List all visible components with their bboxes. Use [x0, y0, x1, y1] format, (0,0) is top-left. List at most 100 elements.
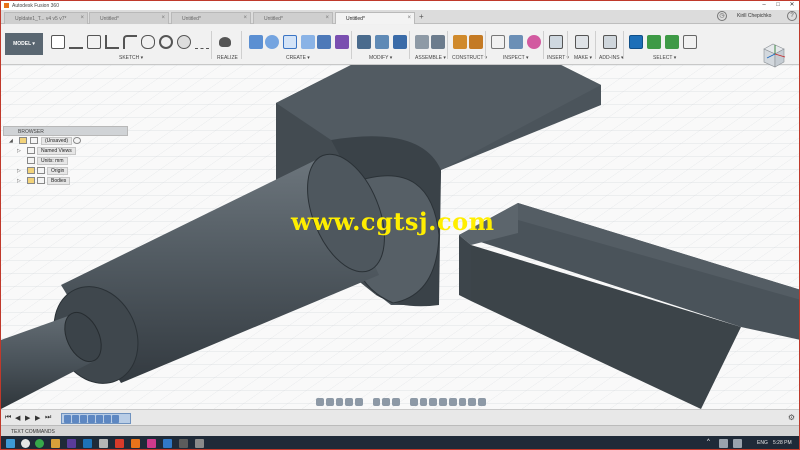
doc-tab-1[interactable]: Upldate1_T... v4 v5 v7* ×	[4, 12, 88, 24]
ambient-occlusion-icon[interactable]	[478, 398, 486, 406]
object-visibility-icon[interactable]	[439, 398, 447, 406]
spotify-icon[interactable]	[35, 439, 44, 448]
visibility-bulb-icon[interactable]	[19, 137, 27, 144]
as-built-joint-icon[interactable]	[431, 35, 445, 49]
browser-item-named-views[interactable]: ▷ Named Views	[3, 146, 128, 156]
assemble-group-label[interactable]: ASSEMBLE ▾	[415, 55, 446, 61]
taskbar-app-icon-4[interactable]	[195, 439, 204, 448]
selection-filter-icon[interactable]	[683, 35, 697, 49]
close-tab-icon[interactable]: ×	[243, 15, 247, 21]
expand-arrow-icon[interactable]: ▷	[17, 148, 21, 154]
line-icon[interactable]	[69, 35, 83, 49]
root-component-label[interactable]: (Unsaved)	[41, 137, 73, 145]
activate-radio-icon[interactable]	[73, 137, 81, 144]
go-to-end-icon[interactable]: ⏭	[45, 414, 51, 422]
browser-item-bodies[interactable]: ▷ Bodies	[3, 176, 128, 186]
search-icon[interactable]	[21, 439, 30, 448]
fit-icon[interactable]	[355, 398, 363, 406]
close-window-button[interactable]: ✕	[785, 1, 799, 10]
text-commands-bar[interactable]: TEXT COMMANDS	[1, 425, 799, 436]
arc-icon[interactable]	[123, 35, 137, 49]
expand-arrow-icon[interactable]: ◢	[9, 138, 13, 144]
browser-root-row[interactable]: ◢ (Unsaved)	[3, 136, 128, 146]
timeline-feature[interactable]	[104, 415, 111, 423]
step-back-icon[interactable]: ◀	[15, 414, 20, 422]
start-windows-icon[interactable]	[6, 439, 15, 448]
origin-label[interactable]: Origin	[47, 167, 69, 175]
timeline-feature-strip[interactable]	[61, 413, 131, 424]
timeline-feature[interactable]	[112, 415, 119, 423]
axis-icon[interactable]	[469, 35, 483, 49]
visual-studio-icon[interactable]	[67, 439, 76, 448]
rectangle-icon[interactable]	[87, 35, 101, 49]
language-indicator[interactable]: ENG	[757, 440, 768, 446]
orbit-icon[interactable]	[316, 398, 324, 406]
doc-tab-2[interactable]: Untitled* ×	[89, 12, 169, 24]
photoshop-icon[interactable]	[83, 439, 92, 448]
appearance-icon[interactable]	[527, 35, 541, 49]
close-tab-icon[interactable]: ×	[80, 15, 84, 21]
minimize-button[interactable]: –	[757, 1, 771, 10]
press-pull-icon[interactable]	[357, 35, 371, 49]
sketch-create-icon[interactable]	[51, 35, 65, 49]
camera-icon[interactable]	[448, 398, 457, 406]
workspace-switcher-button[interactable]: MODEL ▾	[5, 33, 43, 55]
box-icon[interactable]	[249, 35, 263, 49]
inspect-group-label[interactable]: INSPECT ▾	[503, 55, 528, 61]
display-settings-icon[interactable]	[372, 398, 381, 406]
visibility-bulb-icon[interactable]	[27, 167, 35, 174]
make-group-label[interactable]: MAKE ▾	[574, 55, 592, 61]
job-status-icon[interactable]: ◷	[717, 11, 727, 21]
go-to-start-icon[interactable]: ⏮	[5, 414, 11, 422]
fillet-icon[interactable]	[105, 35, 119, 49]
user-name[interactable]: Kirill Chepichko	[737, 13, 771, 19]
sketch-group-label[interactable]: SKETCH ▾	[119, 55, 143, 61]
named-views-label[interactable]: Named Views	[37, 147, 76, 155]
close-tab-icon[interactable]: ×	[161, 15, 165, 21]
doc-tab-4[interactable]: Untitled* ×	[253, 12, 333, 24]
browser-item-origin[interactable]: ▷ Origin	[3, 166, 128, 176]
browser-header[interactable]: BROWSER	[3, 126, 128, 136]
expand-arrow-icon[interactable]: ▷	[17, 168, 21, 174]
joint-icon[interactable]	[415, 35, 429, 49]
addins-group-label[interactable]: ADD-INS ▾	[599, 55, 623, 61]
taskbar-app-icon-3[interactable]	[179, 439, 188, 448]
reflections-icon[interactable]	[468, 398, 477, 406]
timeline-settings-gear-icon[interactable]: ⚙	[788, 413, 795, 422]
grid-settings-icon[interactable]	[382, 398, 391, 406]
measure-icon[interactable]	[491, 35, 505, 49]
network-icon[interactable]	[719, 439, 728, 448]
form-sculpt-icon[interactable]	[219, 37, 231, 47]
offset-plane-icon[interactable]	[453, 35, 467, 49]
recording-app-icon[interactable]	[115, 439, 124, 448]
insert-image-icon[interactable]	[549, 35, 563, 49]
viewcube-widget[interactable]	[758, 41, 788, 71]
pan-icon[interactable]	[335, 398, 344, 406]
units-label[interactable]: Units: mm	[37, 157, 68, 165]
file-explorer-icon[interactable]	[51, 439, 60, 448]
move-icon[interactable]	[283, 35, 297, 49]
fillet-body-icon[interactable]	[375, 35, 389, 49]
timeline-feature[interactable]	[72, 415, 79, 423]
trim-icon[interactable]	[195, 35, 209, 49]
word-icon[interactable]	[163, 439, 172, 448]
3d-print-icon[interactable]	[575, 35, 589, 49]
visual-style-icon[interactable]	[419, 398, 428, 406]
circle-icon[interactable]	[159, 35, 173, 49]
close-tab-icon[interactable]: ×	[325, 15, 329, 21]
taskbar-app-icon-2[interactable]	[147, 439, 156, 448]
environment-icon[interactable]	[409, 398, 418, 406]
maximize-button[interactable]: □	[771, 1, 785, 10]
modify-group-label[interactable]: MODIFY ▾	[369, 55, 392, 61]
polygon-icon[interactable]	[177, 35, 191, 49]
step-forward-icon[interactable]: ▶	[35, 414, 40, 422]
realize-group-label[interactable]: REALIZE	[217, 55, 238, 61]
window-select-icon[interactable]	[647, 35, 661, 49]
select-group-label[interactable]: SELECT ▾	[653, 55, 676, 61]
doc-tab-5-active[interactable]: Untitled* ×	[335, 12, 415, 24]
construct-group-label[interactable]: CONSTRUCT ▾	[452, 55, 487, 61]
viewports-icon[interactable]	[392, 398, 400, 406]
create-group-label[interactable]: CREATE ▾	[286, 55, 310, 61]
slot-icon[interactable]	[141, 35, 155, 49]
select-arrow-icon[interactable]	[629, 35, 643, 49]
